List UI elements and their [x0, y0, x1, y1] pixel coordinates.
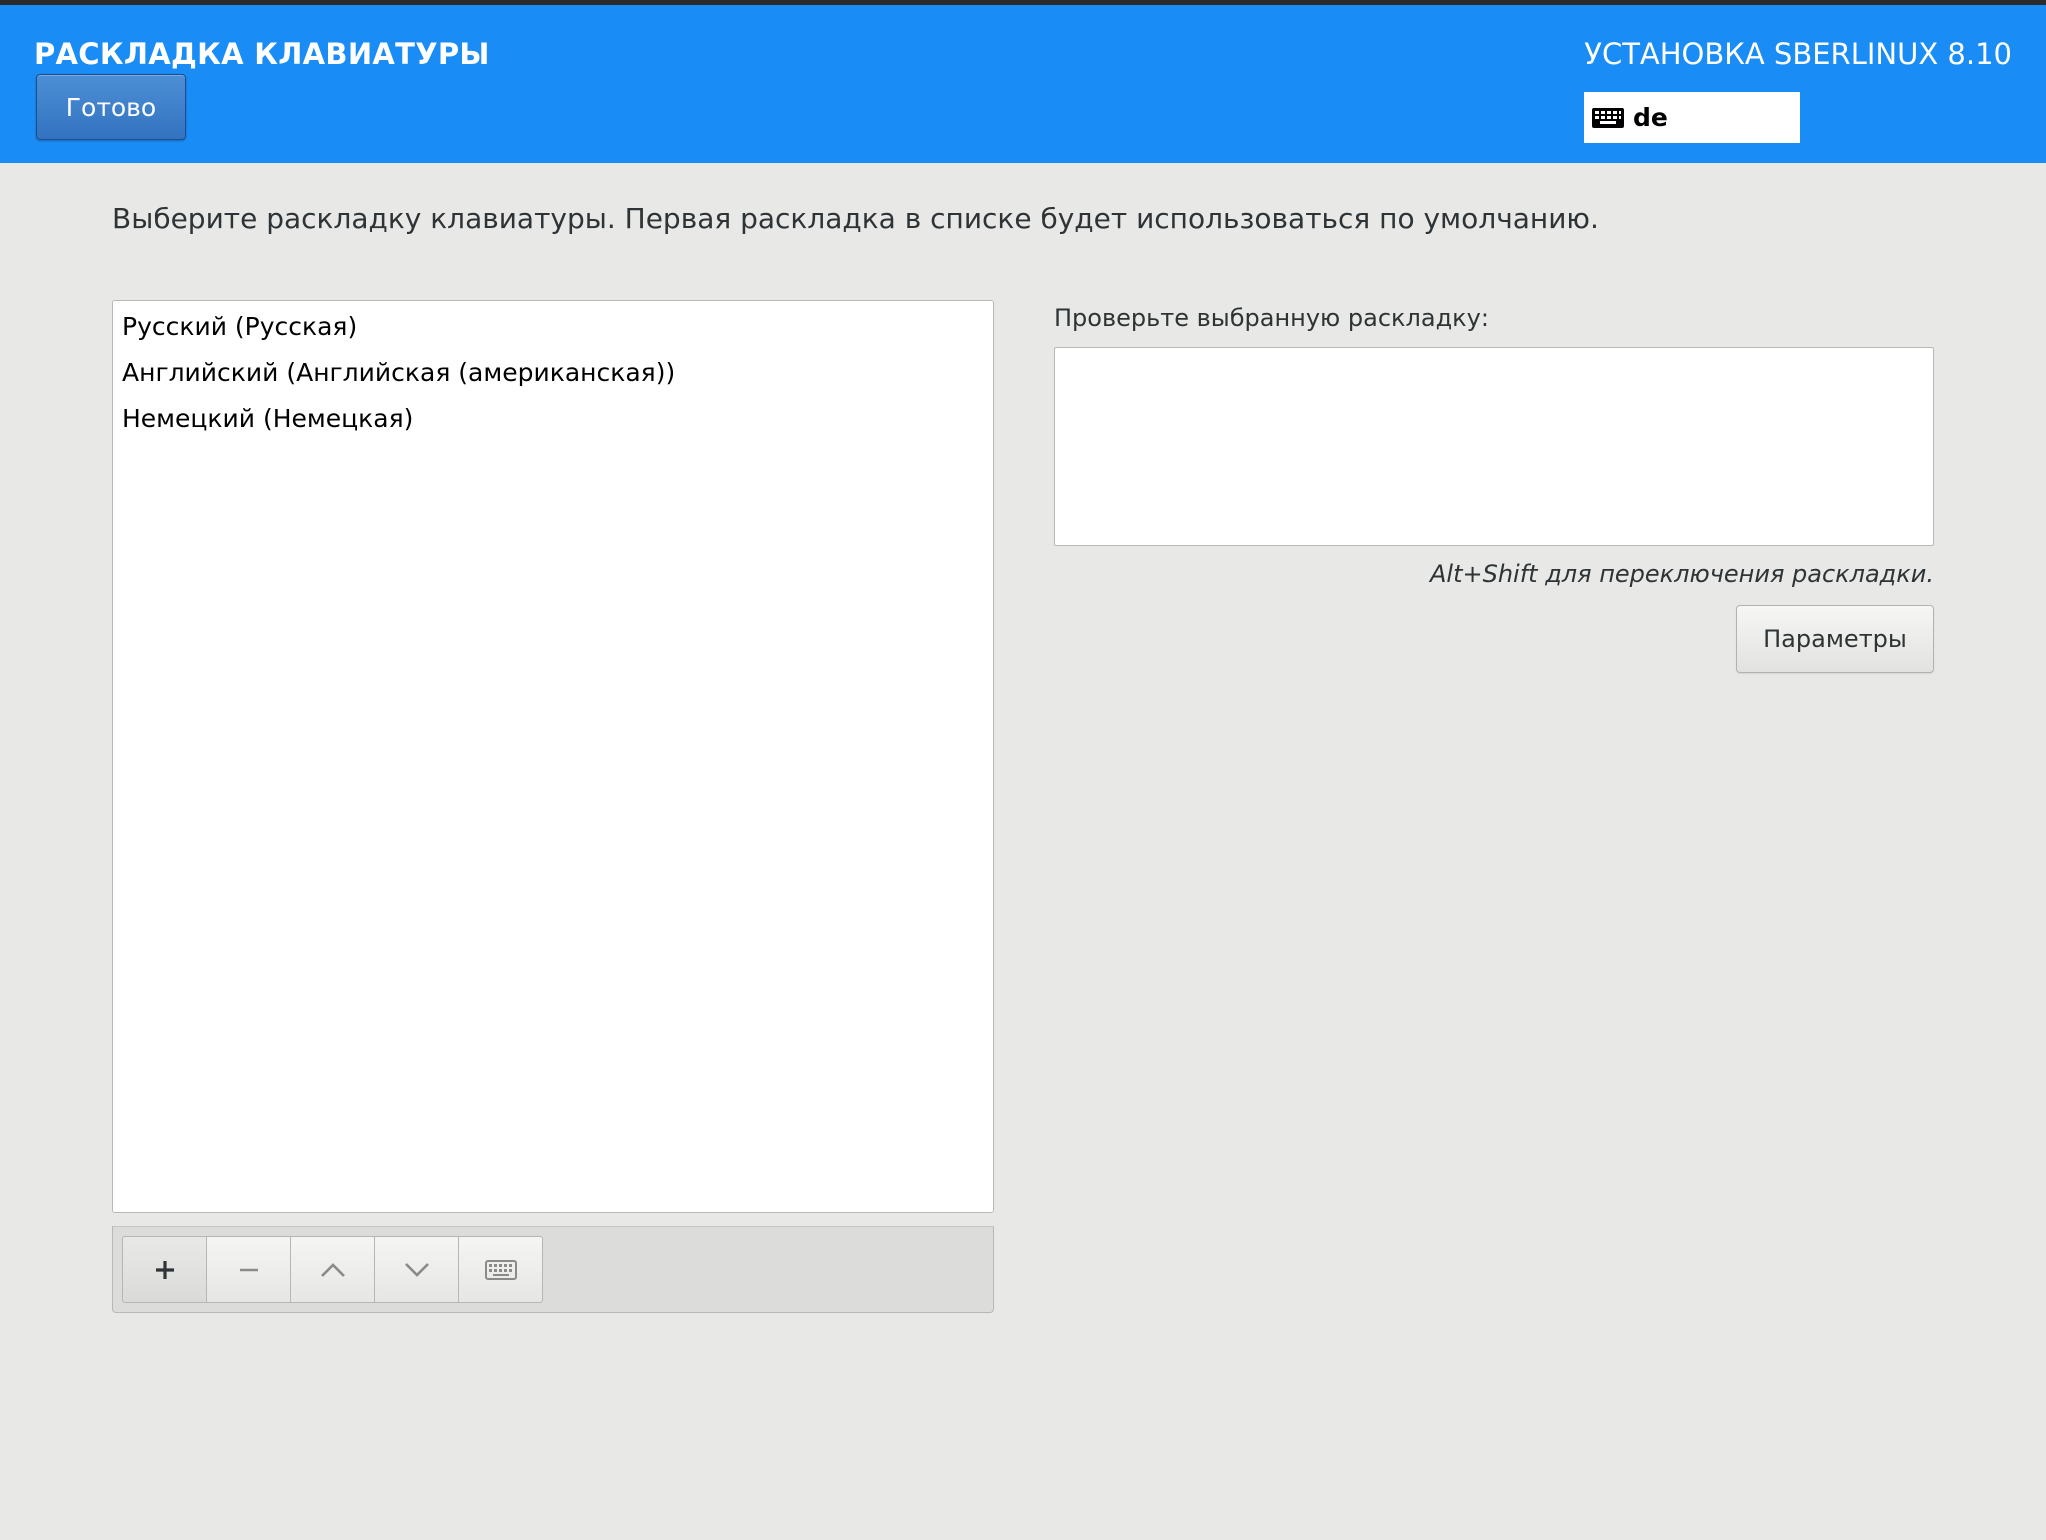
test-layout-label: Проверьте выбранную раскладку:: [1054, 304, 1489, 332]
switch-hint: Alt+Shift для переключения раскладки.: [1430, 560, 1934, 588]
page-title: РАСКЛАДКА КЛАВИАТУРЫ: [34, 37, 490, 71]
keyboard-icon: [484, 1259, 517, 1280]
layout-list-toolbar: [112, 1226, 994, 1313]
add-layout-button[interactable]: [122, 1236, 207, 1303]
minus-icon: [239, 1268, 258, 1271]
done-button[interactable]: Готово: [36, 74, 186, 140]
move-up-button[interactable]: [290, 1236, 375, 1303]
spoke-header: РАСКЛАДКА КЛАВИАТУРЫ Готово УСТАНОВКА SB…: [0, 5, 2046, 163]
preview-layout-button[interactable]: [458, 1236, 543, 1303]
layout-list[interactable]: Русский (Русская) Английский (Английская…: [113, 301, 993, 1212]
chevron-down-icon: [404, 1262, 429, 1277]
keyboard-icon: [1592, 107, 1624, 128]
layout-list-item-us[interactable]: Английский (Английская (американская)): [122, 358, 675, 387]
layout-list-item-de[interactable]: Немецкий (Немецкая): [122, 404, 413, 433]
layout-list-container: Русский (Русская) Английский (Английская…: [112, 300, 994, 1213]
layout-indicator-code: de: [1633, 103, 1668, 132]
product-title: УСТАНОВКА SBERLINUX 8.10: [1584, 37, 2012, 71]
instructions-text: Выберите раскладку клавиатуры. Первая ра…: [112, 202, 1599, 235]
move-down-button[interactable]: [374, 1236, 459, 1303]
test-layout-textarea[interactable]: [1054, 347, 1934, 546]
plus-icon: [155, 1260, 174, 1279]
remove-layout-button[interactable]: [206, 1236, 291, 1303]
keyboard-layout-indicator[interactable]: de: [1584, 92, 1800, 143]
options-button[interactable]: Параметры: [1736, 605, 1934, 673]
chevron-up-icon: [320, 1262, 345, 1277]
layout-list-item-ru[interactable]: Русский (Русская): [122, 312, 357, 341]
